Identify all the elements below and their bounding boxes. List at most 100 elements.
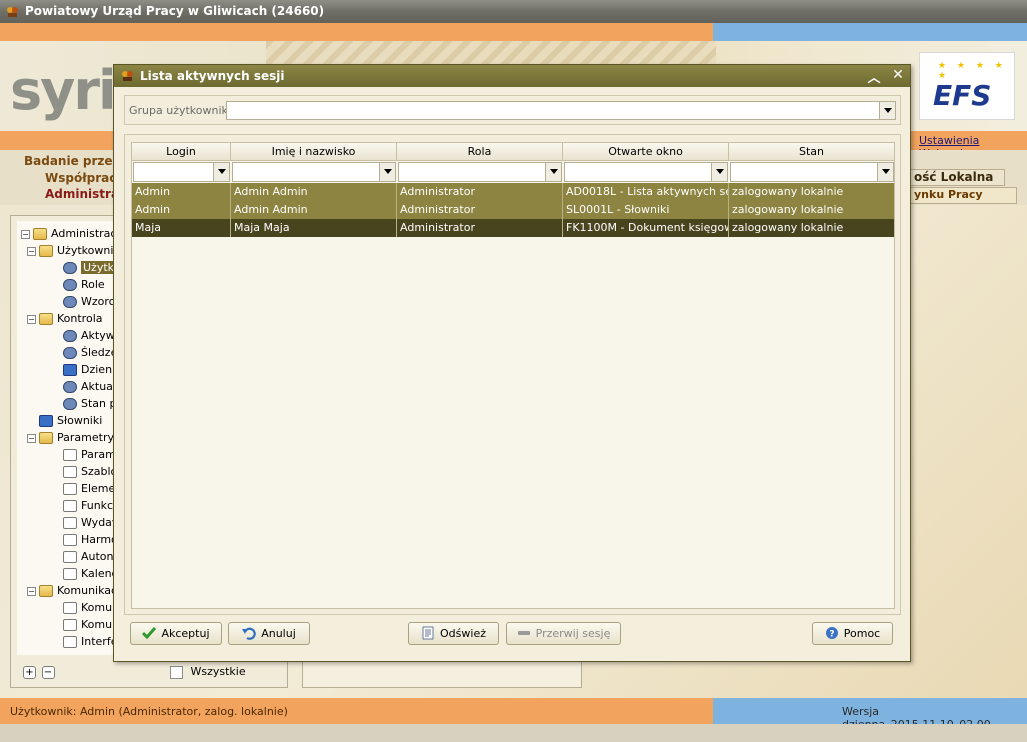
tree-item-label: Kalenc <box>81 567 117 580</box>
tree-item[interactable]: Wzorc <box>63 293 115 310</box>
chevron-down-icon[interactable] <box>379 163 395 181</box>
tree-item[interactable]: Kalenc <box>63 565 117 582</box>
column-filter[interactable] <box>232 162 396 182</box>
download-icon <box>63 619 77 631</box>
calendar-icon <box>63 568 77 580</box>
tree-item[interactable]: Aktyw <box>63 327 115 344</box>
column-filter[interactable] <box>730 162 894 182</box>
tree-toggle[interactable]: − <box>27 314 36 324</box>
tree-item-label: Param <box>81 448 116 461</box>
glasses-icon <box>63 347 77 359</box>
minus-icon <box>517 631 530 635</box>
chevron-down-icon[interactable] <box>877 163 893 181</box>
tree-item[interactable]: − Komunikac <box>27 582 117 599</box>
tree-toggle[interactable]: − <box>27 586 36 596</box>
tree-item[interactable]: − Kontrola <box>27 310 103 327</box>
tree-item[interactable]: Harmo <box>63 531 117 548</box>
template-icon <box>63 296 77 308</box>
table-cell: Admin <box>132 201 231 219</box>
tree-item[interactable]: Stan p <box>63 395 117 412</box>
tree-toggle[interactable]: − <box>27 433 36 443</box>
tree-item[interactable]: Użytko <box>63 259 117 276</box>
select-all-label: Wszystkie <box>190 665 246 678</box>
folder-open-icon <box>39 245 53 257</box>
column-header[interactable]: Otwarte okno <box>563 143 729 161</box>
tree-toggle[interactable]: − <box>27 246 36 256</box>
tree-item[interactable]: Funkcj <box>63 497 116 514</box>
tree-item[interactable]: Param <box>63 446 116 463</box>
tree-item[interactable]: Śledze <box>63 344 117 361</box>
column-header[interactable]: Login <box>132 143 231 161</box>
group-label: Grupa użytkownika: <box>129 104 239 117</box>
select-all-option[interactable]: Wszystkie <box>170 665 246 679</box>
list-icon <box>63 483 77 495</box>
tree-item[interactable]: − Parametry <box>27 429 114 446</box>
chevron-down-icon[interactable] <box>545 163 561 181</box>
tree-item-label: Administracja L <box>51 227 117 240</box>
expand-all-button[interactable]: + <box>23 666 36 679</box>
tree-item[interactable]: −Słowniki <box>27 412 102 429</box>
cancel-button[interactable]: Anuluj <box>228 622 310 645</box>
help-label: Pomoc <box>843 627 881 640</box>
column-filter[interactable] <box>398 162 562 182</box>
abort-session-button[interactable]: Przerwij sesję <box>506 622 621 645</box>
tree-expand-controls: + − <box>23 665 57 679</box>
chevron-down-icon[interactable] <box>213 163 229 181</box>
tree-toggle[interactable]: − <box>21 229 30 239</box>
print-icon <box>63 517 77 529</box>
column-filter[interactable] <box>133 162 230 182</box>
update-icon <box>63 381 77 393</box>
group-select[interactable] <box>226 101 896 120</box>
select-all-checkbox[interactable] <box>170 665 183 679</box>
refresh-button[interactable]: Odśwież <box>408 622 499 645</box>
checkmark-icon <box>142 627 157 640</box>
tree-item[interactable]: Szablo <box>63 463 117 480</box>
folder-open-icon <box>39 432 53 444</box>
tree-item-label: Dzienn <box>81 363 117 376</box>
tree-item-label: Harmo <box>81 533 117 546</box>
tree-item[interactable]: Auton <box>63 548 114 565</box>
tree-item[interactable]: Dzienn <box>63 361 117 378</box>
chevron-down-icon[interactable] <box>879 102 895 119</box>
table-cell: zalogowany lokalnie <box>729 183 894 201</box>
help-button[interactable]: ? Pomoc <box>812 622 893 645</box>
settings-link[interactable]: Ustawienia <box>919 134 979 147</box>
tree-item-label: Elemer <box>81 482 117 495</box>
tree-item[interactable]: − Administracja L <box>21 225 117 242</box>
chevron-down-icon[interactable] <box>711 163 727 181</box>
tree-item[interactable]: Wydav <box>63 514 117 531</box>
function-icon <box>63 500 77 512</box>
accept-button[interactable]: Akceptuj <box>130 622 222 645</box>
tab-spolecznosc-lokalna[interactable]: ość Lokalna <box>905 169 1005 186</box>
collapse-all-button[interactable]: − <box>41 666 55 679</box>
tree-item[interactable]: Elemer <box>63 480 117 497</box>
table-row[interactable]: Maja Maja Maja Administrator FK1100M - Doku… <box>132 219 894 237</box>
tree-item-label: Interfe <box>81 635 117 648</box>
close-icon[interactable]: ✕ <box>890 67 906 83</box>
tree-item[interactable]: Role <box>63 276 105 293</box>
window-titlebar: Powiatowy Urząd Pracy w Gliwicach (24660… <box>0 0 1027 23</box>
table-row[interactable]: Admin Admin Admin Administrator SL0001L - S… <box>132 201 894 219</box>
tree-item[interactable]: Komur <box>63 616 117 633</box>
chart-icon <box>63 449 77 461</box>
column-header[interactable]: Rola <box>397 143 563 161</box>
tree-item[interactable]: Aktual <box>63 378 116 395</box>
efs-logo-text: EFS <box>933 79 992 112</box>
tree-item-label: Wzorc <box>81 295 115 308</box>
column-header[interactable]: Imię i nazwisko <box>231 143 397 161</box>
table-cell: SL0001L - Słowniki <box>563 201 729 219</box>
tree-item[interactable]: Interfe <box>63 633 117 650</box>
filter-panel: Grupa użytkownika: <box>124 95 901 125</box>
tree-item[interactable]: − Użytkowni <box>27 242 113 259</box>
column-header[interactable]: Stan <box>729 143 894 161</box>
tree-item[interactable]: Komur <box>63 599 117 616</box>
chevron-up-icon[interactable]: ︿ <box>866 67 882 86</box>
bottom-strip <box>0 724 1027 742</box>
sessions-grid: Login Imię i nazwisko Rola Otwarte okno Stan… <box>131 142 895 609</box>
tab-rynek-pracy[interactable]: ynku Pracy <box>905 187 1017 204</box>
column-filter[interactable] <box>564 162 728 182</box>
table-row[interactable]: Admin Admin Admin Administrator AD0018L - L… <box>132 183 894 201</box>
tree-item-label: Aktyw <box>81 329 115 342</box>
status-user: Użytkownik: Admin (Administrator, zalog.… <box>10 705 288 718</box>
details-panel <box>302 660 582 688</box>
